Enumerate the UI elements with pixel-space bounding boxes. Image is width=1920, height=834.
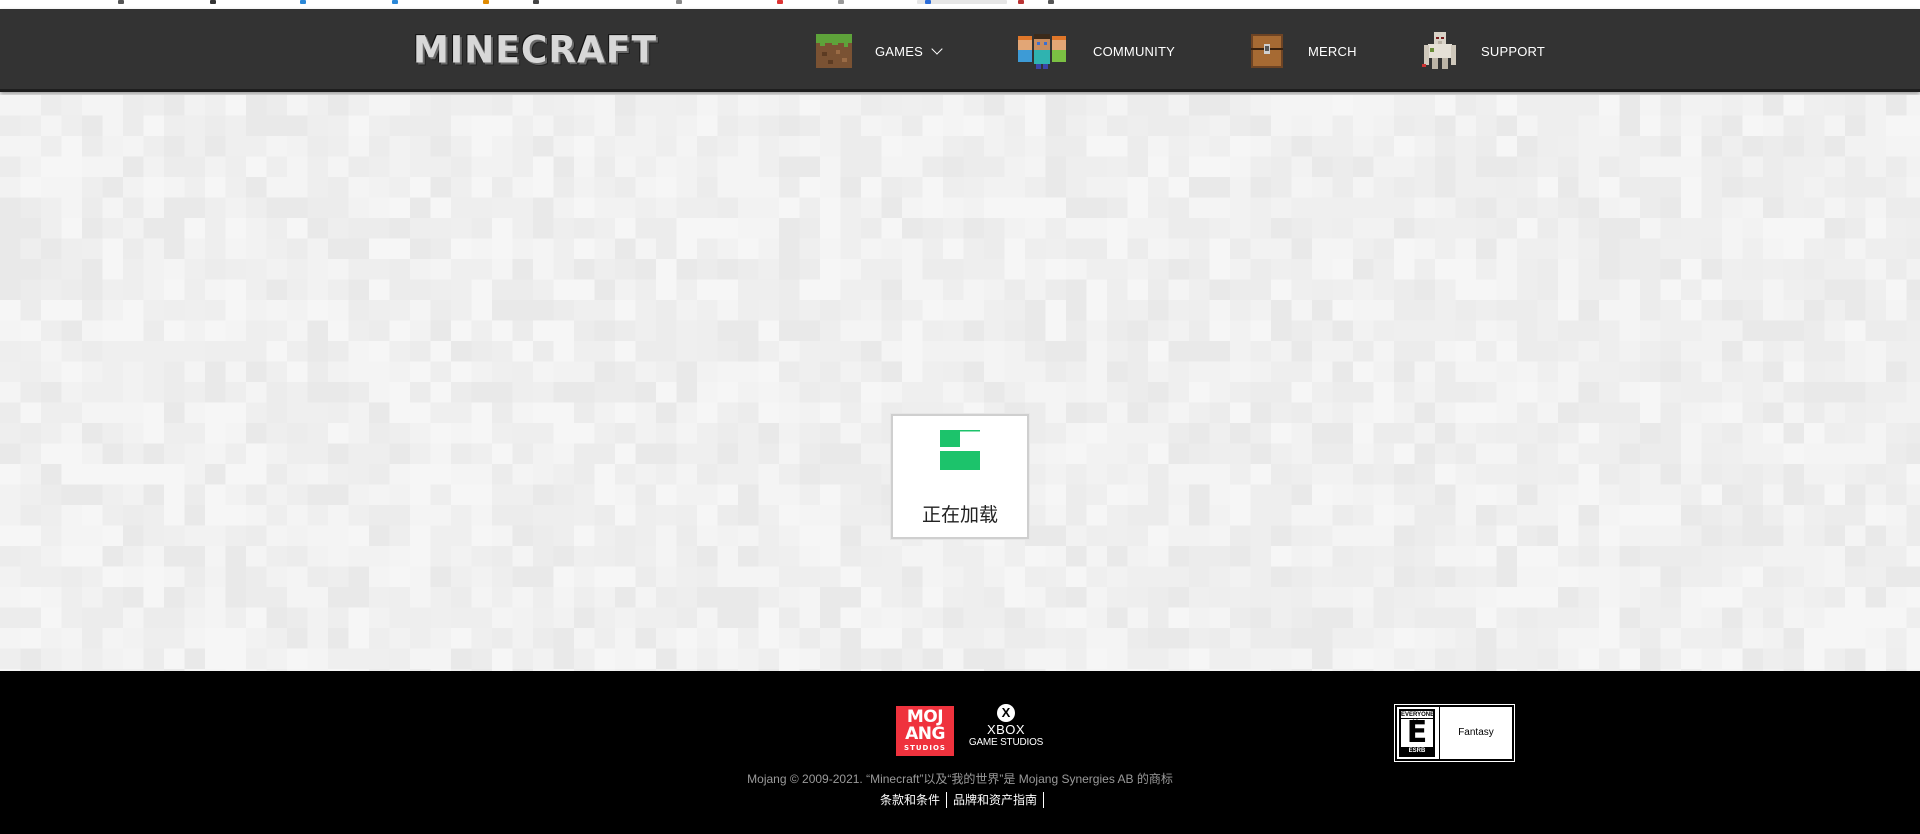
esrb-descriptor: Fantasy Violence <box>1439 707 1512 790</box>
chevron-down-icon[interactable] <box>931 42 943 55</box>
loading-card: 正在加载 <box>891 414 1029 539</box>
tab-fragment <box>483 0 489 4</box>
nav-games[interactable]: GAMES <box>814 29 943 73</box>
browser-top-strip <box>0 0 1920 9</box>
brand-guidelines-link[interactable]: 品牌和资产指南 <box>947 792 1045 808</box>
site-header: MINECRAFT GAMES COMMUNITY MERCH SUPPORT <box>0 9 1920 92</box>
nav-community-label: COMMUNITY <box>1093 43 1175 59</box>
tab-fragment <box>118 0 124 4</box>
tab-fragment <box>533 0 539 4</box>
block-pattern-background <box>0 95 1920 671</box>
nav-support[interactable]: SUPPORT <box>1420 29 1545 73</box>
loading-text: 正在加载 <box>921 504 998 526</box>
mojang-logo-mark-bottom: ANG <box>905 724 945 744</box>
minecraft-logo-wordmark: MINECRAFT <box>412 28 658 72</box>
tab-fragment <box>925 0 931 4</box>
loading-spinner-icon <box>940 430 982 472</box>
tab-fragment <box>1048 0 1054 4</box>
copyright-notice: Mojang © 2009-2021. “Minecraft”以及“我的世界”是… <box>0 770 1920 787</box>
tab-fragment <box>1018 0 1024 4</box>
nav-merch-label: MERCH <box>1308 43 1357 59</box>
nav-merch[interactable]: MERCH <box>1247 29 1357 73</box>
copyright-text: Mojang © 2009-2021. “Minecraft”以及“我的世界”是… <box>747 772 1173 786</box>
esrb-bottom-label: ESRB <box>1401 747 1433 755</box>
xbox-game-studios-logo[interactable]: X XBOX GAME STUDIOS <box>968 704 1044 754</box>
chest-icon <box>1247 32 1287 70</box>
site-footer: MOJ ANG STUDIOS X XBOX GAME STUDIOS EVER… <box>0 671 1920 834</box>
tab-fragment <box>392 0 398 4</box>
esrb-rating-letter: E <box>1406 715 1428 750</box>
tab-fragment <box>300 0 306 4</box>
minecraft-logo[interactable]: MINECRAFT <box>405 29 665 73</box>
tab-fragment <box>777 0 783 4</box>
nav-support-label: SUPPORT <box>1481 43 1546 59</box>
mojang-logo-mark-studios: STUDIOS <box>904 744 946 752</box>
grass-block-icon <box>814 32 854 70</box>
terms-link[interactable]: 条款和条件 <box>878 792 948 808</box>
tab-fragment <box>838 0 844 4</box>
characters-icon <box>1014 32 1072 70</box>
game-studios-wordmark: GAME STUDIOS <box>968 737 1044 748</box>
nav-community[interactable]: COMMUNITY <box>1014 29 1175 73</box>
legal-links: 条款和条件 品牌和资产指南 <box>878 791 1045 809</box>
esrb-rating-badge[interactable]: EVERYONE 10+ E ESRB Fantasy Violence <box>1395 705 1514 790</box>
xbox-wordmark: XBOX <box>986 722 1026 737</box>
xbox-icon-mark: X <box>1001 705 1011 720</box>
tab-fragment <box>210 0 216 4</box>
tab-fragment <box>676 0 682 4</box>
nav-games-label: GAMES <box>875 43 923 59</box>
esrb-e10-icon: EVERYONE 10+ E ESRB <box>1399 709 1435 757</box>
mojang-studios-logo[interactable]: MOJ ANG STUDIOS <box>896 706 954 756</box>
loading-area: 正在加载 <box>0 95 1920 671</box>
iron-golem-icon <box>1420 32 1460 70</box>
